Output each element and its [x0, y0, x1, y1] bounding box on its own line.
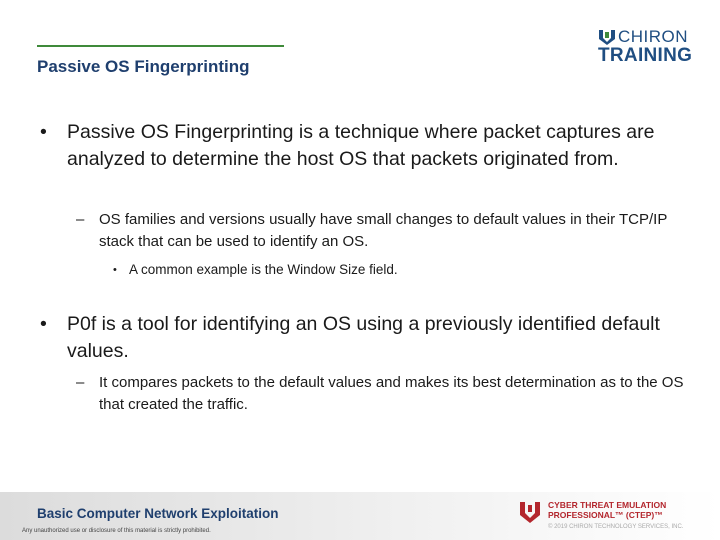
copyright-text: © 2019 CHIRON TECHNOLOGY SERVICES, INC. — [548, 524, 684, 530]
ctep-line-1: CYBER THREAT EMULATION — [548, 500, 667, 510]
ctep-line-2: PROFESSIONAL™ (CTEP)™ — [548, 510, 663, 520]
footer-notice: Any unauthorized use or disclosure of th… — [22, 528, 211, 534]
ctep-program-name: CYBER THREAT EMULATION PROFESSIONAL™ (CT… — [548, 500, 666, 520]
bullet-text: P0f is a tool for identifying an OS usin… — [67, 313, 660, 362]
dash-mark: – — [76, 374, 85, 391]
footer-course-title: Basic Computer Network Exploitation — [37, 506, 279, 521]
ctep-shield-icon — [520, 502, 540, 523]
bullet-mark: • — [40, 313, 47, 335]
bullet-mark: • — [113, 264, 117, 276]
bullet-text: Passive OS Fingerprinting is a technique… — [67, 121, 655, 170]
sub-bullet-text: OS families and versions usually have sm… — [99, 211, 668, 250]
bullet-mark: • — [40, 121, 47, 143]
slide-content: • Passive OS Fingerprinting is a techniq… — [0, 0, 720, 540]
sub-sub-bullet-text: A common example is the Window Size fiel… — [129, 262, 398, 277]
sub-bullet-text: It compares packets to the default value… — [99, 374, 684, 413]
dash-mark: – — [76, 211, 85, 228]
